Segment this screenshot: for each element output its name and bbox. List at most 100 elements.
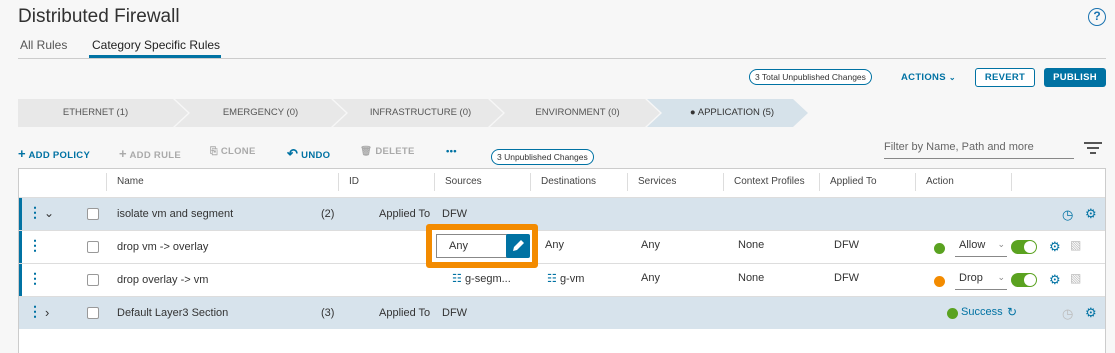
drag-handle-icon[interactable]: ⋮ (28, 205, 42, 219)
rule-destination-value: g-vm (559, 273, 585, 285)
rule-applied-to[interactable]: DFW (834, 272, 859, 284)
column-header-sources[interactable]: Sources (445, 169, 482, 195)
column-header-destinations[interactable]: Destinations (541, 169, 596, 195)
drag-handle-icon[interactable]: ⋮ (28, 304, 42, 318)
rule-name[interactable]: drop vm -> overlay (117, 241, 208, 253)
rule-context-profile[interactable]: None (738, 272, 764, 284)
history-icon[interactable]: ◷ (1062, 306, 1073, 322)
gear-icon[interactable]: ⚙ (1085, 206, 1097, 222)
add-rule-label: ADD RULE (129, 150, 181, 161)
group-icon: ☷ (452, 273, 462, 285)
policy-rule-count: (3) (321, 307, 335, 319)
trash-icon: 🗑 (360, 146, 373, 157)
actions-label: ACTIONS (901, 72, 946, 83)
category-infrastructure[interactable]: INFRASTRUCTURE (0) (348, 99, 493, 127)
pencil-icon[interactable] (506, 234, 530, 258)
revert-button[interactable]: REVERT (975, 68, 1035, 87)
gear-icon[interactable]: ⚙ (1085, 305, 1097, 321)
plus-icon: + (18, 146, 26, 161)
active-dot-icon: ● (689, 107, 698, 118)
applied-to-label: Applied To (379, 307, 431, 319)
collapse-chevron-icon[interactable]: ⌄ (44, 206, 54, 220)
success-status-dot (947, 308, 958, 319)
add-rule-button[interactable]: + ADD RULE (119, 146, 181, 161)
rule-context-profile[interactable]: None (738, 239, 764, 251)
source-edit-value: Any (449, 240, 468, 252)
source-edit-highlight: Any (426, 224, 538, 268)
column-header-applied-to[interactable]: Applied To (830, 169, 877, 195)
drop-status-dot (934, 276, 945, 287)
status-text: Success (961, 306, 1003, 318)
chevron-down-icon: ⌄ (997, 239, 1005, 249)
history-icon[interactable]: ◷ (1062, 207, 1073, 223)
rule-service[interactable]: Any (641, 272, 660, 284)
rules-grid: Name ID Sources Destinations Services Co… (18, 168, 1106, 353)
stats-icon[interactable]: ▧ (1070, 271, 1081, 285)
category-application-label: APPLICATION (5) (697, 107, 775, 118)
help-icon[interactable]: ? (1088, 8, 1106, 26)
drag-handle-icon[interactable]: ⋮ (28, 271, 42, 285)
column-header-context-profiles[interactable]: Context Profiles (734, 169, 805, 195)
rule-applied-to[interactable]: DFW (834, 239, 859, 251)
action-value: Drop (959, 272, 983, 284)
category-breadcrumb: ETHERNET (1) EMERGENCY (0) INFRASTRUCTUR… (18, 99, 808, 127)
column-header-id[interactable]: ID (349, 169, 359, 195)
undo-label: UNDO (301, 150, 331, 161)
applied-to-value[interactable]: DFW (442, 307, 467, 319)
rule-enabled-toggle[interactable] (1011, 273, 1037, 287)
undo-button[interactable]: ↶ UNDO (287, 146, 330, 162)
policy-row-default-layer3[interactable]: ⋮ › Default Layer3 Section (3) Applied T… (19, 296, 1105, 329)
actions-menu[interactable]: ACTIONS ⌄ (901, 72, 956, 83)
add-policy-button[interactable]: + ADD POLICY (18, 146, 90, 161)
action-select[interactable]: Drop ⌄ (955, 272, 1007, 290)
category-application[interactable]: ● APPLICATION (5) (662, 99, 802, 127)
column-header-action[interactable]: Action (926, 169, 954, 195)
rule-destination[interactable]: Any (545, 239, 564, 251)
unpublished-changes-badge[interactable]: 3 Unpublished Changes (491, 149, 594, 165)
category-environment[interactable]: ENVIRONMENT (0) (505, 99, 650, 127)
rule-source[interactable]: ☷ g-segm... (452, 272, 511, 285)
tab-all-rules[interactable]: All Rules (20, 38, 67, 52)
policy-name[interactable]: Default Layer3 Section (117, 307, 228, 319)
rule-enabled-toggle[interactable] (1011, 240, 1037, 254)
allow-status-dot (934, 243, 945, 254)
policy-row-isolate[interactable]: ⋮ ⌄ isolate vm and segment (2) Applied T… (19, 197, 1105, 230)
category-emergency[interactable]: EMERGENCY (0) (188, 99, 333, 127)
rule-row-drop-vm-overlay[interactable]: ⋮ drop vm -> overlay Any Any None DFW Al… (19, 230, 1105, 263)
row-checkbox[interactable] (87, 274, 99, 286)
rule-destination[interactable]: ☷ g-vm (547, 272, 584, 285)
clone-button[interactable]: ⎘ CLONE (210, 146, 256, 157)
column-header-name[interactable]: Name (117, 169, 144, 195)
unpublished-total-badge[interactable]: 3 Total Unpublished Changes (749, 69, 872, 85)
filter-input[interactable]: Filter by Name, Path and more (884, 141, 1074, 159)
drag-handle-icon[interactable]: ⋮ (28, 238, 42, 252)
policy-name[interactable]: isolate vm and segment (117, 208, 233, 220)
column-header-services[interactable]: Services (638, 169, 676, 195)
rule-name[interactable]: drop overlay -> vm (117, 274, 208, 286)
source-edit-field[interactable]: Any (436, 234, 530, 258)
publish-button[interactable]: PUBLISH (1044, 68, 1106, 87)
refresh-icon[interactable]: ↻ (1007, 305, 1017, 319)
row-checkbox[interactable] (87, 241, 99, 253)
applied-to-value[interactable]: DFW (442, 208, 467, 220)
action-select[interactable]: Allow ⌄ (955, 239, 1007, 257)
row-checkbox[interactable] (87, 208, 99, 220)
gear-icon[interactable]: ⚙ (1049, 239, 1061, 255)
tab-category-specific-rules[interactable]: Category Specific Rules (92, 38, 220, 52)
category-ethernet[interactable]: ETHERNET (1) (18, 99, 173, 127)
clone-icon: ⎘ (210, 146, 218, 157)
applied-to-label: Applied To (379, 208, 431, 220)
policy-rule-count: (2) (321, 208, 335, 220)
add-policy-label: ADD POLICY (28, 150, 91, 161)
filter-menu-icon[interactable] (1084, 142, 1102, 154)
expand-chevron-icon[interactable]: › (45, 305, 49, 320)
plus-icon: + (119, 146, 127, 161)
rule-row-drop-overlay-vm[interactable]: ⋮ drop overlay -> vm ☷ g-segm... ☷ g-vm … (19, 263, 1105, 296)
gear-icon[interactable]: ⚙ (1049, 272, 1061, 288)
delete-button[interactable]: 🗑 DELETE (360, 146, 415, 157)
group-icon: ☷ (547, 273, 557, 285)
rule-service[interactable]: Any (641, 239, 660, 251)
stats-icon[interactable]: ▧ (1070, 238, 1081, 252)
more-actions-icon[interactable]: ••• (446, 146, 457, 157)
row-checkbox[interactable] (87, 307, 99, 319)
